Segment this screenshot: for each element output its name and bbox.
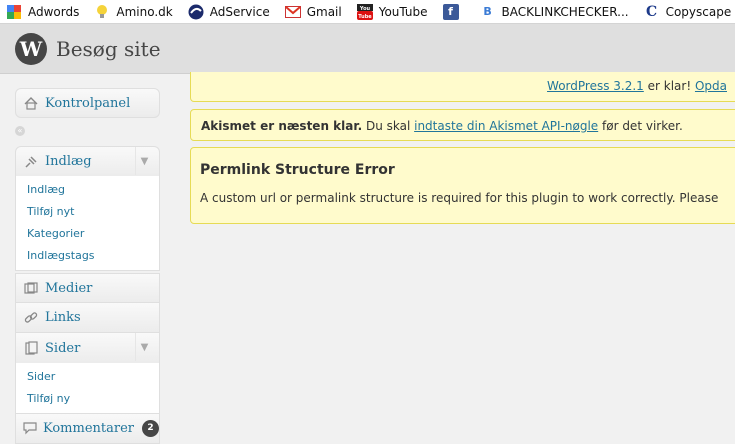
svg-text:You: You bbox=[359, 6, 371, 12]
bookmark-label: AdService bbox=[209, 4, 270, 19]
copyscape-icon: C bbox=[646, 3, 658, 20]
menu-label: Kontrolpanel bbox=[45, 95, 131, 111]
bookmark-youtube[interactable]: You Tube YouTube bbox=[356, 3, 428, 20]
bookmark-label: Amino.dk bbox=[116, 4, 173, 19]
bookmark-label: BACKLINKCHECKER... bbox=[501, 4, 629, 19]
svg-text:Tube: Tube bbox=[358, 14, 372, 20]
permalink-error-title: Permlink Structure Error bbox=[200, 162, 395, 178]
menu-media[interactable]: Medier bbox=[15, 273, 160, 303]
bookmark-amino[interactable]: Amino.dk bbox=[94, 4, 173, 20]
menu-label: Medier bbox=[45, 280, 93, 296]
backlinkchecker-icon: B bbox=[483, 5, 492, 18]
update-notice: WordPress 3.2.1 er klar! Opda bbox=[190, 72, 735, 102]
menu-label: Links bbox=[45, 310, 81, 325]
bookmark-copyscape[interactable]: C Copyscape Plagiaris... bbox=[644, 4, 735, 20]
bookmarks-bar: Adwords Amino.dk AdService Gmail You Tube… bbox=[0, 0, 735, 24]
bookmark-label: Gmail bbox=[306, 4, 342, 19]
akismet-text: Du skal bbox=[362, 119, 415, 133]
wordpress-logo-icon[interactable]: W bbox=[15, 32, 47, 65]
admin-header: W Besøg site bbox=[0, 24, 735, 74]
bookmark-adwords[interactable]: Adwords bbox=[6, 4, 79, 20]
menu-label: Kommentarer bbox=[42, 421, 134, 436]
collapse-menu-button[interactable]: « bbox=[15, 126, 160, 140]
bookmark-adservice[interactable]: AdService bbox=[188, 4, 270, 20]
submenu-item-tags[interactable]: Indlægstags bbox=[16, 245, 159, 267]
pin-icon bbox=[22, 154, 40, 170]
bookmark-facebook[interactable]: f bbox=[442, 3, 465, 20]
submenu-item-all-posts[interactable]: Indlæg bbox=[16, 179, 159, 201]
gmail-icon bbox=[284, 4, 301, 20]
facebook-icon: f bbox=[442, 3, 459, 20]
expand-arrow-icon[interactable]: ▼ bbox=[135, 333, 153, 361]
akismet-title: Akismet er næsten klar. bbox=[201, 119, 363, 133]
menu-label: Sider bbox=[45, 340, 81, 356]
youtube-icon: You Tube bbox=[356, 3, 373, 20]
visit-site-link[interactable]: Besøg site bbox=[56, 37, 161, 61]
submenu-item-add-new-post[interactable]: Tilføj nyt bbox=[16, 201, 159, 223]
pages-icon bbox=[22, 340, 40, 356]
submenu-item-categories[interactable]: Kategorier bbox=[16, 223, 159, 245]
akismet-text-end: før det virker. bbox=[598, 119, 683, 133]
collapse-arrow-icon: « bbox=[15, 126, 25, 136]
menu-pages[interactable]: Sider ▼ bbox=[15, 333, 160, 363]
lightbulb-icon bbox=[94, 4, 110, 20]
expand-arrow-icon[interactable]: ▼ bbox=[135, 147, 153, 175]
bookmark-label: Copyscape Plagiaris... bbox=[665, 4, 735, 19]
chain-link-icon bbox=[22, 310, 40, 326]
menu-comments[interactable]: Kommentarer 2 bbox=[15, 414, 160, 444]
menu-label: Indlæg bbox=[45, 154, 92, 169]
bookmark-label: YouTube bbox=[378, 4, 428, 19]
comment-count-badge: 2 bbox=[142, 420, 159, 437]
submenu-pages: Sider Tilføj ny bbox=[15, 363, 160, 414]
wordpress-version-link[interactable]: WordPress 3.2.1 bbox=[547, 79, 644, 93]
submenu-item-all-pages[interactable]: Sider bbox=[16, 366, 159, 388]
permalink-error-text: A custom url or permalink structure is r… bbox=[200, 191, 719, 205]
menu-dashboard[interactable]: Kontrolpanel bbox=[15, 88, 160, 118]
menu-links[interactable]: Links bbox=[15, 303, 160, 333]
submenu-item-add-new-page[interactable]: Tilføj ny bbox=[16, 388, 159, 410]
home-icon bbox=[22, 95, 40, 111]
update-now-link[interactable]: Opda bbox=[695, 79, 727, 93]
menu-posts[interactable]: Indlæg ▼ bbox=[15, 146, 160, 176]
akismet-api-key-link[interactable]: indtaste din Akismet API-nøgle bbox=[414, 119, 598, 133]
adservice-icon bbox=[188, 4, 204, 20]
submenu-posts: Indlæg Tilføj nyt Kategorier Indlægstags bbox=[15, 176, 160, 271]
bookmark-backlinkchecker[interactable]: B BACKLINKCHECKER... bbox=[480, 4, 629, 20]
bookmark-label: Adwords bbox=[28, 4, 80, 19]
media-icon bbox=[22, 280, 40, 296]
bookmark-gmail[interactable]: Gmail bbox=[284, 4, 342, 20]
google-icon bbox=[6, 4, 22, 20]
akismet-notice: Akismet er næsten klar. Du skal indtaste… bbox=[190, 109, 735, 141]
admin-menu: Kontrolpanel « Indlæg ▼ Indlæg Tilføj ny… bbox=[15, 88, 160, 444]
permalink-error-notice: Permlink Structure Error A custom url or… bbox=[190, 147, 735, 224]
comment-icon bbox=[22, 421, 38, 437]
update-text: er klar! bbox=[643, 79, 695, 93]
